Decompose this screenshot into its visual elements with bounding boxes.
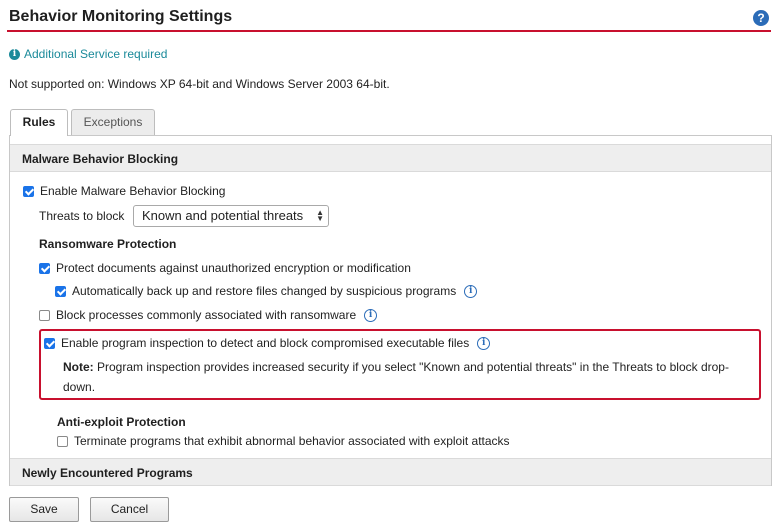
terminate-programs-checkbox[interactable] <box>57 435 68 447</box>
additional-service-link[interactable]: Additional Service required <box>24 47 167 61</box>
auto-backup-row: Automatically back up and restore files … <box>55 284 478 298</box>
service-notice: i Additional Service required <box>9 47 167 61</box>
not-supported-note: Not supported on: Windows XP 64-bit and … <box>9 77 390 91</box>
rules-panel: Malware Behavior Blocking Enable Malware… <box>9 135 772 486</box>
program-inspection-row: Enable program inspection to detect and … <box>44 336 491 350</box>
block-processes-checkbox[interactable] <box>39 309 50 321</box>
note-body: Program inspection provides increased se… <box>63 360 729 394</box>
info-icon: i <box>9 48 20 60</box>
title-divider <box>7 30 771 32</box>
program-inspection-label: Enable program inspection to detect and … <box>61 336 470 350</box>
threats-to-block-row: Threats to block <box>39 209 124 223</box>
auto-backup-info-icon[interactable]: i <box>464 284 478 298</box>
terminate-programs-label: Terminate programs that exhibit abnormal… <box>74 434 510 448</box>
program-inspection-checkbox[interactable] <box>44 337 55 349</box>
program-inspection-info-icon[interactable]: i <box>477 336 491 350</box>
auto-backup-label: Automatically back up and restore files … <box>72 284 457 298</box>
save-button[interactable]: Save <box>9 497 79 522</box>
threats-to-block-select[interactable]: Known and potential threats ▲ ▼ <box>133 205 329 227</box>
tab-rules[interactable]: Rules <box>10 109 68 136</box>
block-processes-label: Block processes commonly associated with… <box>56 308 357 322</box>
program-inspection-note: Note: Program inspection provides increa… <box>63 357 753 397</box>
note-prefix: Note: <box>63 360 94 374</box>
select-arrows-icon: ▲ ▼ <box>316 208 324 223</box>
section-header-newly-encountered-programs[interactable]: Newly Encountered Programs <box>10 458 771 486</box>
terminate-programs-row: Terminate programs that exhibit abnormal… <box>57 434 510 448</box>
tab-exceptions[interactable]: Exceptions <box>71 109 155 135</box>
protect-documents-row: Protect documents against unauthorized e… <box>39 261 411 275</box>
program-inspection-highlight: Enable program inspection to detect and … <box>39 329 761 400</box>
section-header-malware-behavior-blocking: Malware Behavior Blocking <box>10 144 771 172</box>
threats-to-block-label: Threats to block <box>39 209 125 223</box>
help-icon[interactable]: ? <box>753 10 769 26</box>
protect-documents-checkbox[interactable] <box>39 262 50 274</box>
auto-backup-checkbox[interactable] <box>55 285 66 297</box>
ransomware-protection-heading: Ransomware Protection <box>39 237 177 251</box>
cancel-button[interactable]: Cancel <box>90 497 169 522</box>
page-title: Behavior Monitoring Settings <box>9 8 233 25</box>
protect-documents-label: Protect documents against unauthorized e… <box>56 261 411 275</box>
enable-malware-blocking-label: Enable Malware Behavior Blocking <box>40 184 226 198</box>
threats-to-block-value: Known and potential threats <box>142 208 304 223</box>
enable-malware-blocking-checkbox[interactable] <box>23 185 34 197</box>
block-processes-info-icon[interactable]: i <box>364 308 378 322</box>
block-processes-row: Block processes commonly associated with… <box>39 308 378 322</box>
enable-malware-blocking-row: Enable Malware Behavior Blocking <box>23 184 225 198</box>
anti-exploit-heading: Anti-exploit Protection <box>57 415 186 429</box>
